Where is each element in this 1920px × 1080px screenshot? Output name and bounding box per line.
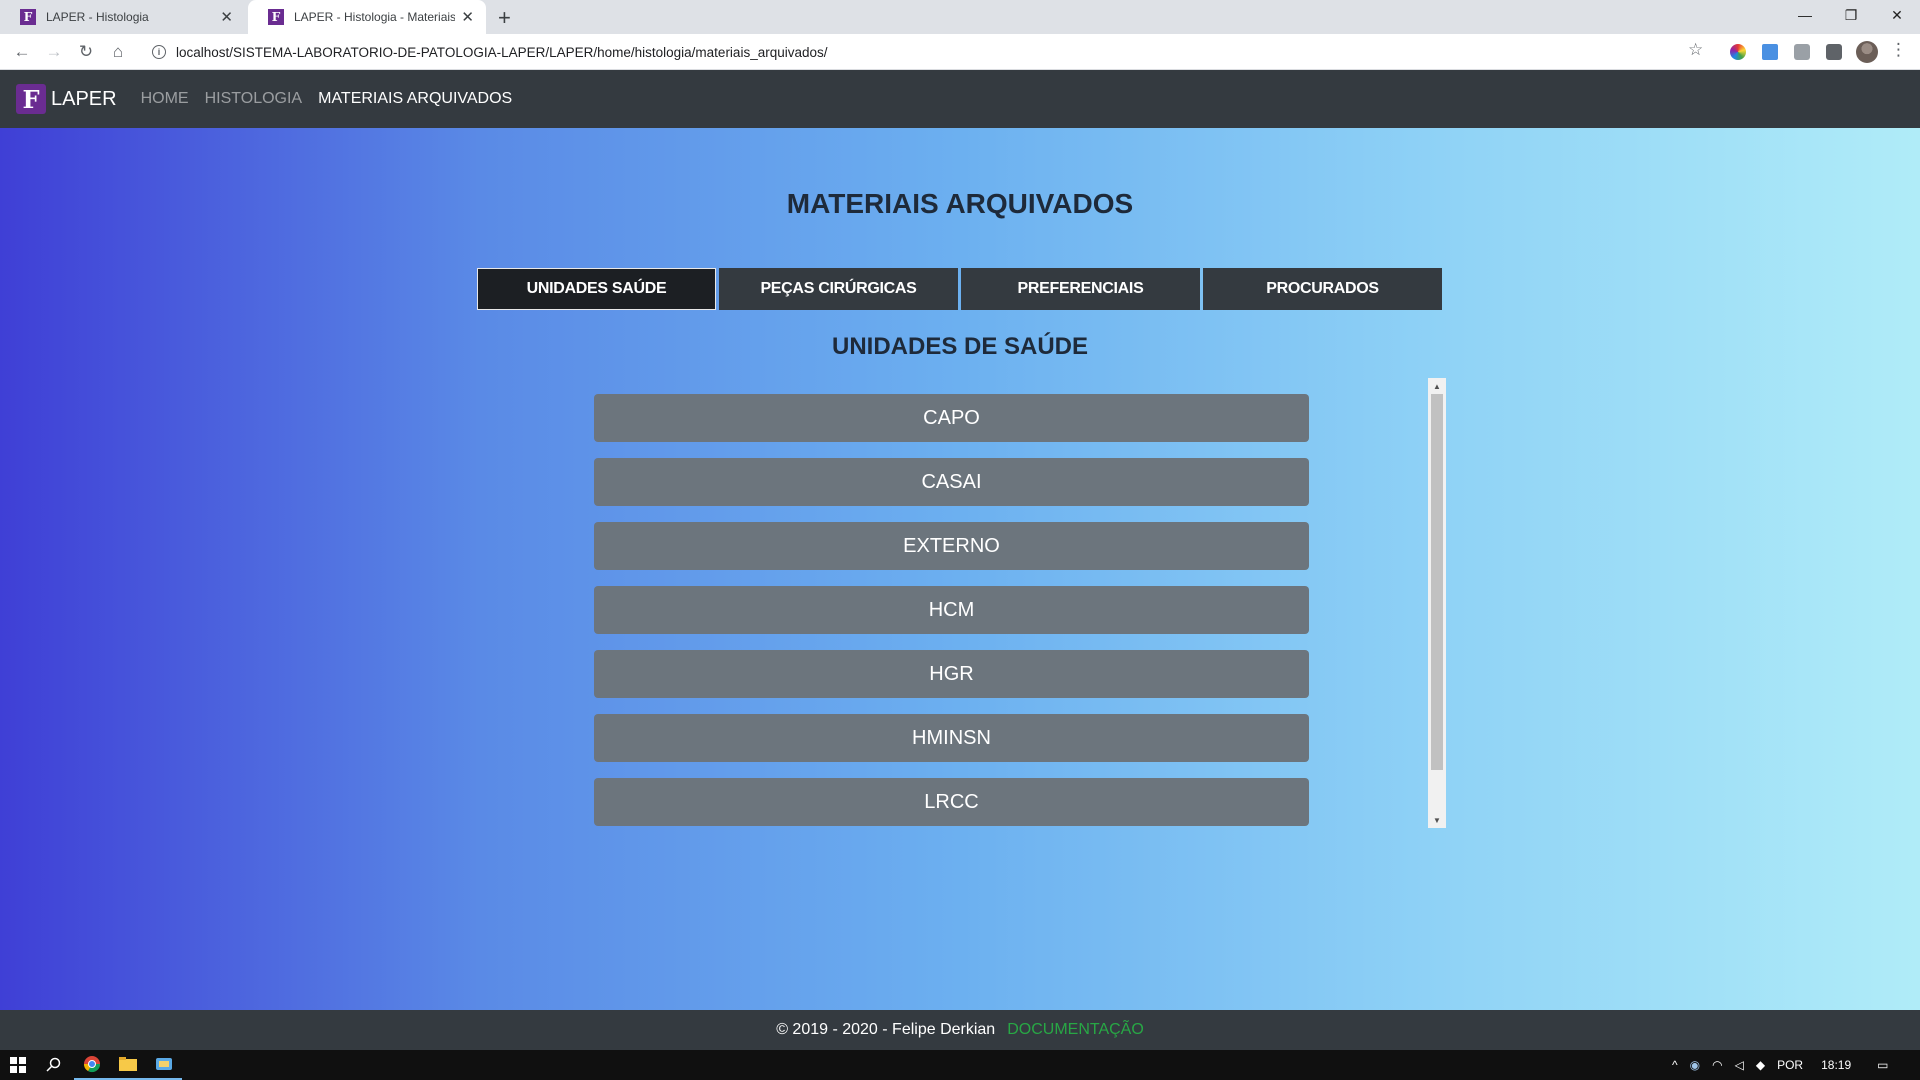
clock[interactable]: 18:19 [1821,1058,1851,1072]
site-info-icon[interactable]: i [152,45,166,59]
reload-icon[interactable]: ↻ [74,40,98,64]
profile-avatar[interactable] [1856,41,1878,63]
search-icon[interactable] [36,1050,72,1080]
system-tray: ^ ◉ ◠ ◁ ◆ POR 18:19 ▭ [1672,1050,1888,1080]
app-navbar: F LAPER HOME HISTOLOGIA MATERIAIS ARQUIV… [0,70,1920,128]
file-explorer-icon[interactable] [110,1050,146,1080]
nav-link-home[interactable]: HOME [141,90,189,108]
restore-icon[interactable]: ❐ [1828,0,1874,30]
tab-unidades-saude[interactable]: UNIDADES SAÚDE [477,268,716,310]
color-extension-icon[interactable] [1730,44,1746,60]
close-tab-icon[interactable]: ✕ [220,8,233,26]
translate-extension-icon[interactable] [1762,44,1778,60]
nav-link-histologia[interactable]: HISTOLOGIA [205,90,303,108]
close-tab-icon[interactable]: ✕ [461,8,474,26]
units-scroll-container: CAPO CASAI EXTERNO HCM HGR HMINSN LRCC ▲… [594,378,1446,828]
url-text: localhost/SISTEMA-LABORATORIO-DE-PATOLOG… [176,44,828,60]
address-bar[interactable]: i localhost/SISTEMA-LABORATORIO-DE-PATOL… [140,38,1720,66]
browser-tab-histologia[interactable]: F LAPER - Histologia ✕ [0,0,245,34]
laper-favicon-icon: F [20,9,36,25]
volume-icon[interactable]: ◁ [1735,1058,1744,1072]
chrome-taskbar-icon[interactable] [74,1050,110,1080]
wifi-icon[interactable]: ◠ [1712,1058,1722,1072]
unit-button-hcm[interactable]: HCM [594,586,1309,634]
main-content: MATERIAIS ARQUIVADOS UNIDADES SAÚDE PEÇA… [0,128,1920,1010]
category-tabs: UNIDADES SAÚDE PEÇAS CIRÚRGICAS PREFEREN… [477,268,1442,310]
browser-menu-icon[interactable]: ⋮ [1890,40,1907,60]
tab-preferenciais[interactable]: PREFERENCIAIS [961,268,1200,310]
scroll-up-arrow-icon[interactable]: ▲ [1428,378,1446,394]
browser-tab-strip: F LAPER - Histologia ✕ F LAPER - Histolo… [0,0,1920,34]
copyright-text: © 2019 - 2020 - Felipe Derkian [776,1021,996,1038]
laper-logo-icon[interactable]: F [16,84,46,114]
browser-tab-materiais[interactable]: F LAPER - Histologia - Materiais ar ✕ [248,0,486,34]
tab-pecas-cirurgicas[interactable]: PEÇAS CIRÚRGICAS [719,268,958,310]
nav-link-materiais-arquivados[interactable]: MATERIAIS ARQUIVADOS [318,90,512,108]
laper-favicon-icon: F [268,9,284,25]
windows-start-icon[interactable] [0,1050,36,1080]
tray-chevron-up-icon[interactable]: ^ [1672,1058,1678,1072]
browser-tab-title: LAPER - Histologia [46,10,149,24]
back-icon[interactable]: ← [10,40,34,64]
documentation-link[interactable]: DOCUMENTAÇÃO [1007,1021,1144,1039]
unit-button-externo[interactable]: EXTERNO [594,522,1309,570]
home-icon[interactable]: ⌂ [106,40,130,64]
extensions-puzzle-icon[interactable] [1826,44,1842,60]
steam-tray-icon[interactable]: ◉ [1690,1058,1700,1072]
windows-taskbar: ^ ◉ ◠ ◁ ◆ POR 18:19 ▭ [0,1050,1920,1080]
language-indicator[interactable]: POR [1777,1058,1803,1072]
close-window-icon[interactable]: ✕ [1874,0,1920,30]
unit-button-capo[interactable]: CAPO [594,394,1309,442]
units-scrollbar[interactable]: ▲ ▼ [1428,378,1446,828]
scrollbar-thumb[interactable] [1431,394,1443,770]
unit-button-casai[interactable]: CASAI [594,458,1309,506]
dropbox-tray-icon[interactable]: ◆ [1756,1058,1765,1072]
section-title: UNIDADES DE SAÚDE [831,333,1089,360]
bookmark-star-icon[interactable]: ☆ [1688,40,1703,60]
new-tab-icon[interactable]: + [498,5,511,31]
page-footer: © 2019 - 2020 - Felipe Derkian DOCUMENTA… [0,1010,1920,1050]
notifications-icon[interactable]: ▭ [1877,1058,1888,1072]
app-taskbar-icon[interactable] [146,1050,182,1080]
units-list: CAPO CASAI EXTERNO HCM HGR HMINSN LRCC [594,394,1309,842]
scroll-down-arrow-icon[interactable]: ▼ [1428,812,1446,828]
unit-button-hminsn[interactable]: HMINSN [594,714,1309,762]
browser-toolbar: ← → ↻ ⌂ i localhost/SISTEMA-LABORATORIO-… [0,34,1920,70]
camera-extension-icon[interactable] [1794,44,1810,60]
minimize-icon[interactable]: — [1782,0,1828,30]
tab-procurados[interactable]: PROCURADOS [1203,268,1442,310]
forward-icon[interactable]: → [42,40,66,64]
unit-button-hgr[interactable]: HGR [594,650,1309,698]
page-title: MATERIAIS ARQUIVADOS [786,188,1134,219]
brand-name[interactable]: LAPER [51,88,117,111]
unit-button-lrcc[interactable]: LRCC [594,778,1309,826]
browser-tab-title: LAPER - Histologia - Materiais ar [294,10,456,24]
